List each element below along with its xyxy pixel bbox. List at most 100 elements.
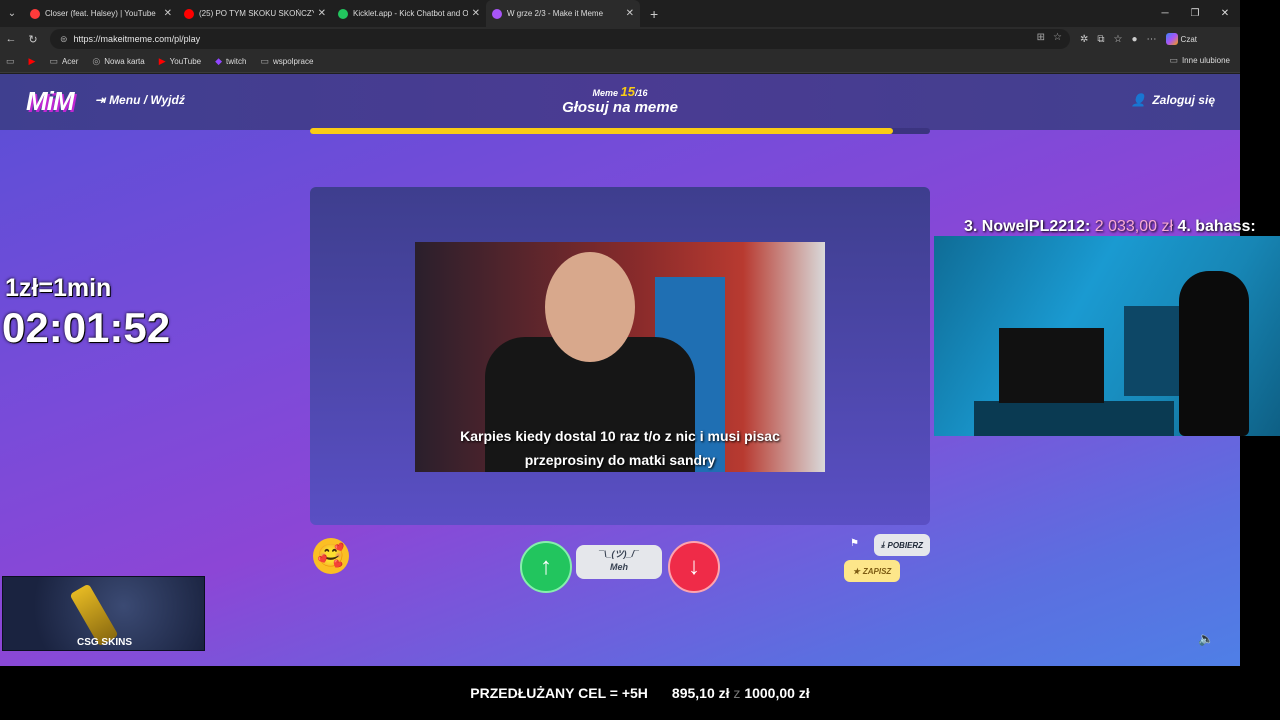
youtube-music-icon bbox=[30, 8, 40, 19]
downvote-button[interactable]: ↓ bbox=[668, 541, 720, 593]
extensions-icon[interactable]: ✲ bbox=[1080, 34, 1088, 45]
tab-title: Kicklet.app - Kick Chatbot and Ov bbox=[353, 9, 468, 18]
bookmark-label: twitch bbox=[226, 57, 247, 66]
download-button[interactable]: ⤓ POBIERZ bbox=[874, 534, 930, 556]
other-bookmarks-label: Inne ulubione bbox=[1181, 56, 1230, 65]
bookmark-wspolprace[interactable]: ▭ wspolprace bbox=[260, 56, 313, 67]
star-icon: ★ bbox=[852, 566, 860, 576]
login-button[interactable]: 👤 Zaloguj się bbox=[1131, 93, 1215, 107]
page-title: Głosuj na meme bbox=[562, 99, 678, 116]
download-label: POBIERZ bbox=[887, 540, 924, 550]
youtube-icon bbox=[184, 8, 194, 19]
site-info-icon[interactable]: ⊜ bbox=[60, 34, 68, 45]
tab-actions-icon[interactable]: ⌄ bbox=[0, 0, 24, 27]
meme-image: Karpies kiedy dostal 10 raz t/o z nic i … bbox=[415, 242, 825, 472]
goal-separator: z bbox=[733, 685, 741, 701]
new-tab-button[interactable]: + bbox=[650, 6, 658, 22]
webcam-feed bbox=[934, 236, 1280, 436]
close-tab-icon[interactable]: ✕ bbox=[626, 8, 634, 19]
kicklet-icon bbox=[338, 8, 348, 19]
meme-counter-current: 15 bbox=[620, 84, 635, 99]
shrug-face: ¯\_(ツ)_/¯ bbox=[599, 549, 639, 559]
app-available-icon[interactable]: ⊞ bbox=[1037, 32, 1045, 43]
copilot-icon bbox=[1165, 33, 1178, 45]
emoji-reaction-button[interactable]: 🥰 bbox=[313, 538, 349, 574]
sponsor-label: CSG SKINS bbox=[76, 637, 132, 648]
split-screen-icon[interactable]: ⧉ bbox=[1097, 34, 1104, 45]
folder-icon: ▭ bbox=[260, 56, 269, 66]
game-header: MiM ⇥ Menu / Wyjdź Meme 15/16 Głosuj na … bbox=[0, 74, 1240, 130]
more-menu-icon[interactable]: ⋯ bbox=[1147, 34, 1157, 45]
copilot-button[interactable]: Czat bbox=[1165, 33, 1197, 45]
donor-4-name: 4. bahass: bbox=[1177, 218, 1256, 235]
youtube-icon: ▶ bbox=[28, 56, 36, 66]
bookmark-label: wspolprace bbox=[272, 57, 314, 66]
tab-kicklet[interactable]: Kicklet.app - Kick Chatbot and Ov ✕ bbox=[332, 0, 486, 27]
report-flag-icon[interactable]: ⚑ bbox=[850, 538, 859, 549]
sidebar-toggle-icon[interactable]: ▭ bbox=[6, 56, 15, 67]
tab-youtube[interactable]: (25) PO TYM SKOKU SKOŃCZYŁ N ✕ bbox=[178, 0, 332, 27]
back-icon[interactable]: ← bbox=[0, 33, 22, 45]
bookmark-twitch[interactable]: ◆ twitch bbox=[215, 56, 246, 67]
meme-caption-line1: Karpies kiedy dostal 10 raz t/o z nic i … bbox=[460, 428, 780, 444]
restore-icon[interactable]: ❐ bbox=[1180, 0, 1210, 27]
meme-card: Karpies kiedy dostal 10 raz t/o z nic i … bbox=[310, 187, 930, 525]
profile-avatar-icon[interactable]: ● bbox=[1132, 34, 1138, 45]
donation-goal-bar: PRZEDŁUŻANY CEL = +5H 895,10 zł z 1000,0… bbox=[0, 666, 1280, 720]
close-tab-icon[interactable]: ✕ bbox=[318, 8, 326, 19]
download-icon: ⤓ bbox=[880, 540, 885, 549]
donation-rate: 1zł=1min bbox=[5, 274, 112, 302]
goal-target: 1000,00 zł bbox=[744, 685, 810, 701]
upvote-button[interactable]: ↑ bbox=[520, 541, 572, 593]
close-tab-icon[interactable]: ✕ bbox=[472, 8, 480, 19]
meme-caption-line2: przeprosiny do matki sandry bbox=[524, 452, 716, 468]
meme-counter: Meme 15/16 bbox=[0, 84, 1240, 99]
gaming-chair bbox=[1179, 271, 1249, 436]
other-bookmarks[interactable]: ▭ Inne ulubione bbox=[1169, 55, 1230, 66]
folder-icon: ▭ bbox=[1169, 55, 1178, 65]
bookmark-youtube-red[interactable]: ▶ bbox=[29, 56, 36, 67]
donor-3-name: 3. NowelPL2212: bbox=[964, 218, 1091, 235]
bookmark-label: YouTube bbox=[169, 57, 202, 66]
save-label: ZAPISZ bbox=[862, 566, 892, 576]
favorites-icon[interactable]: ☆ bbox=[1114, 34, 1123, 45]
close-tab-icon[interactable]: ✕ bbox=[164, 8, 172, 19]
address-bar[interactable]: ⊜ https://makeitmeme.com/pl/play ⊞ ☆ bbox=[50, 29, 1070, 49]
url-text: https://makeitmeme.com/pl/play bbox=[73, 34, 201, 44]
window-controls: ─ ❐ ✕ bbox=[1150, 0, 1240, 27]
tab-makeitmeme[interactable]: W grze 2/3 - Make it Meme ✕ bbox=[486, 0, 640, 27]
youtube-icon: ▶ bbox=[158, 56, 166, 66]
round-progress-bar bbox=[310, 128, 930, 134]
save-button[interactable]: ★ ZAPISZ bbox=[844, 560, 900, 582]
goal-label: PRZEDŁUŻANY CEL = +5H bbox=[470, 685, 648, 701]
top-donors-ticker: 3. NowelPL2212: 2 033,00 zł 4. bahass: bbox=[964, 218, 1280, 236]
meh-label: Meh bbox=[610, 562, 628, 572]
bookmark-label: Nowa karta bbox=[104, 57, 145, 66]
sound-mute-icon[interactable]: 🔈 bbox=[1198, 631, 1214, 647]
bookmark-label: Acer bbox=[61, 57, 79, 66]
favorite-star-icon[interactable]: ☆ bbox=[1053, 32, 1062, 43]
tab-strip: ⌄ Closer (feat. Halsey) | YouTube ✕ (25)… bbox=[0, 0, 1240, 27]
tab-closer[interactable]: Closer (feat. Halsey) | YouTube ✕ bbox=[24, 0, 178, 27]
bookmark-new-tab[interactable]: ◎ Nowa karta bbox=[92, 56, 144, 67]
monitor bbox=[999, 328, 1104, 403]
tab-title: (25) PO TYM SKOKU SKOŃCZYŁ N bbox=[199, 9, 314, 18]
makeitmeme-icon bbox=[492, 8, 502, 19]
subathon-timer: 02:01:52 bbox=[2, 304, 171, 351]
bookmark-youtube[interactable]: ▶ YouTube bbox=[159, 56, 201, 67]
globe-icon: ◎ bbox=[92, 56, 101, 66]
login-label: Zaloguj się bbox=[1152, 93, 1215, 107]
close-window-icon[interactable]: ✕ bbox=[1210, 0, 1240, 27]
reload-icon[interactable]: ↻ bbox=[22, 33, 44, 46]
sponsor-banner: CSG SKINS bbox=[2, 576, 205, 651]
tab-title: Closer (feat. Halsey) | YouTube bbox=[45, 9, 156, 18]
user-icon: 👤 bbox=[1131, 93, 1147, 107]
bookmark-acer[interactable]: ▭ Acer bbox=[49, 56, 78, 67]
folder-icon: ▭ bbox=[49, 56, 58, 66]
minimize-icon[interactable]: ─ bbox=[1150, 0, 1180, 27]
copilot-label: Czat bbox=[1180, 34, 1197, 44]
arrow-down-icon: ↓ bbox=[688, 553, 700, 580]
arrow-up-icon: ↑ bbox=[540, 553, 552, 580]
tab-title: W grze 2/3 - Make it Meme bbox=[507, 9, 604, 18]
meh-button[interactable]: ¯\_(ツ)_/¯ Meh bbox=[576, 545, 662, 579]
